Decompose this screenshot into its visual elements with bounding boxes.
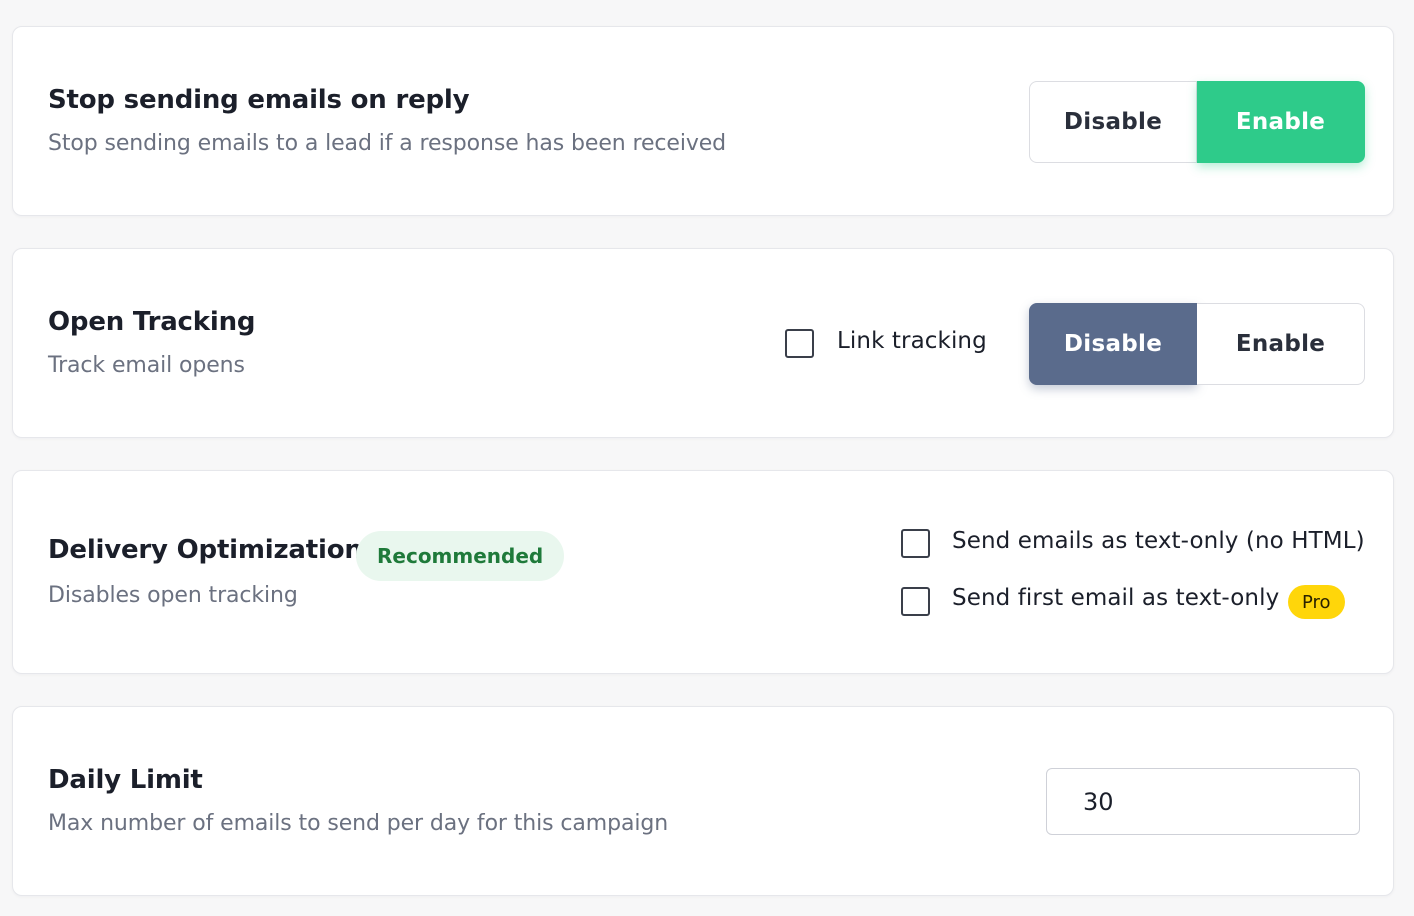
- stop-on-reply-card: Stop sending emails on reply Stop sendin…: [12, 26, 1394, 216]
- open-tracking-enable-button[interactable]: Enable: [1197, 303, 1365, 385]
- stop-on-reply-title: Stop sending emails on reply: [48, 85, 470, 115]
- recommended-badge: Recommended: [356, 531, 565, 581]
- link-tracking-label: Link tracking: [837, 328, 987, 354]
- first-email-text-only-checkbox[interactable]: [901, 587, 930, 616]
- stop-on-reply-toggle: Disable Enable: [1029, 81, 1365, 163]
- link-tracking-checkbox[interactable]: [785, 329, 814, 358]
- open-tracking-card: Open Tracking Track email opens Link tra…: [12, 248, 1394, 438]
- delivery-optimization-card: Delivery Optimization Recommended Disabl…: [12, 470, 1394, 674]
- daily-limit-card: Daily Limit Max number of emails to send…: [12, 706, 1394, 896]
- open-tracking-toggle: Disable Enable: [1029, 303, 1365, 385]
- text-only-label: Send emails as text-only (no HTML): [952, 528, 1365, 554]
- delivery-optimization-description: Disables open tracking: [48, 583, 298, 608]
- delivery-optimization-title: Delivery Optimization: [48, 535, 363, 565]
- stop-on-reply-disable-button[interactable]: Disable: [1029, 81, 1197, 163]
- stop-on-reply-description: Stop sending emails to a lead if a respo…: [48, 131, 727, 156]
- first-email-text-only-label: Send first email as text-only: [952, 585, 1280, 611]
- open-tracking-description: Track email opens: [48, 353, 245, 378]
- daily-limit-title: Daily Limit: [48, 765, 203, 795]
- text-only-checkbox[interactable]: [901, 529, 930, 558]
- daily-limit-description: Max number of emails to send per day for…: [48, 811, 669, 836]
- pro-badge: Pro: [1288, 585, 1345, 619]
- open-tracking-title: Open Tracking: [48, 307, 256, 337]
- daily-limit-input[interactable]: [1046, 768, 1360, 835]
- open-tracking-disable-button[interactable]: Disable: [1029, 303, 1197, 385]
- stop-on-reply-enable-button[interactable]: Enable: [1197, 81, 1365, 163]
